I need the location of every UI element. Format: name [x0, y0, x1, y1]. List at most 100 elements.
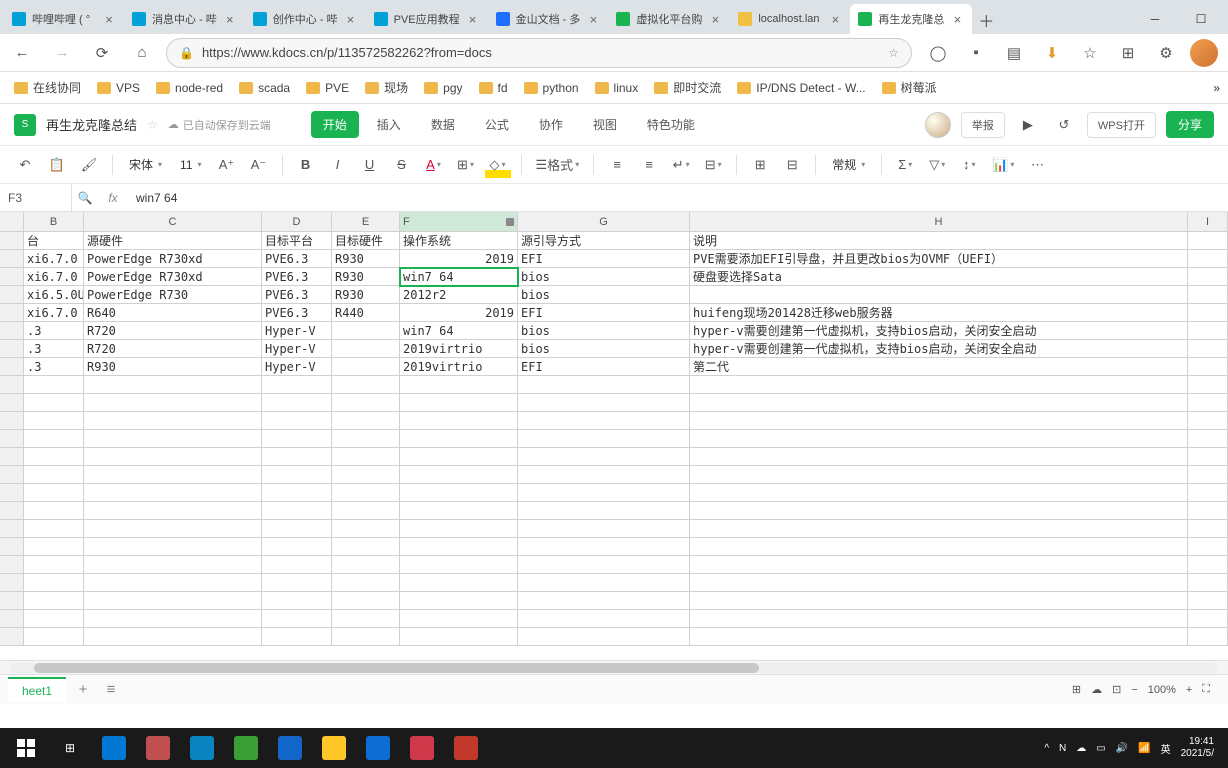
- doc-title[interactable]: 再生龙克隆总结: [46, 115, 137, 134]
- cell[interactable]: EFI: [518, 304, 690, 322]
- browser-tab[interactable]: 创作中心 - 哔×: [245, 4, 366, 34]
- cell[interactable]: bios: [518, 322, 690, 340]
- taskbar-app[interactable]: [180, 728, 224, 768]
- browser-tab[interactable]: 虚拟化平台购×: [608, 4, 730, 34]
- cell[interactable]: [262, 466, 332, 484]
- cell[interactable]: R930: [332, 286, 400, 304]
- cell[interactable]: Hyper-V: [262, 340, 332, 358]
- column-header[interactable]: I: [1188, 212, 1228, 232]
- refresh-button[interactable]: ⟳: [86, 37, 118, 69]
- insert-row-button[interactable]: ⊞: [747, 152, 773, 178]
- profile-avatar[interactable]: [1190, 39, 1218, 67]
- taskbar-app[interactable]: [312, 728, 356, 768]
- cell[interactable]: [400, 412, 518, 430]
- task-view-button[interactable]: ⊞: [48, 728, 92, 768]
- cell[interactable]: [400, 430, 518, 448]
- cell[interactable]: EFI: [518, 358, 690, 376]
- cell[interactable]: [332, 592, 400, 610]
- close-icon[interactable]: ×: [708, 12, 722, 26]
- underline-button[interactable]: U: [357, 152, 383, 178]
- font-increase-button[interactable]: A⁺: [214, 152, 240, 178]
- cell[interactable]: R720: [84, 322, 262, 340]
- search-icon[interactable]: ◯: [924, 39, 952, 67]
- cell[interactable]: [332, 322, 400, 340]
- favorites-icon[interactable]: ☆: [1076, 39, 1104, 67]
- cell[interactable]: PVE6.3: [262, 304, 332, 322]
- undo-button[interactable]: ↶: [12, 152, 38, 178]
- wps-open-button[interactable]: WPS打开: [1087, 112, 1156, 138]
- menu-tab[interactable]: 插入: [365, 111, 413, 138]
- row-header[interactable]: [0, 430, 24, 448]
- cell[interactable]: R930: [332, 268, 400, 286]
- cell[interactable]: 2019: [400, 250, 518, 268]
- cell[interactable]: Hyper-V: [262, 358, 332, 376]
- zoom-in-button[interactable]: +: [1186, 684, 1192, 696]
- cell[interactable]: [1188, 286, 1228, 304]
- cell[interactable]: 操作系统: [400, 232, 518, 250]
- cell[interactable]: [690, 394, 1188, 412]
- cell[interactable]: 2019virtrio: [400, 340, 518, 358]
- new-tab-button[interactable]: ＋: [972, 6, 1000, 34]
- formula-input[interactable]: win7 64: [128, 191, 1228, 205]
- more-button[interactable]: ⋯: [1024, 152, 1050, 178]
- cell[interactable]: [262, 556, 332, 574]
- cell[interactable]: PowerEdge R730xd: [84, 268, 262, 286]
- cell[interactable]: [518, 484, 690, 502]
- cell[interactable]: Hyper-V: [262, 322, 332, 340]
- cell[interactable]: [690, 448, 1188, 466]
- back-button[interactable]: ←: [6, 37, 38, 69]
- row-header[interactable]: [0, 520, 24, 538]
- tray-volume-icon[interactable]: 🔊: [1116, 743, 1128, 754]
- menu-tab[interactable]: 公式: [473, 111, 521, 138]
- row-header[interactable]: [0, 466, 24, 484]
- row-header[interactable]: [0, 502, 24, 520]
- tray-onenote-icon[interactable]: N: [1059, 743, 1066, 754]
- taskbar-app[interactable]: [268, 728, 312, 768]
- close-icon[interactable]: ×: [828, 12, 842, 26]
- cell[interactable]: 目标硬件: [332, 232, 400, 250]
- row-header[interactable]: [0, 322, 24, 340]
- format-painter-button[interactable]: 🖌: [76, 152, 102, 178]
- column-header[interactable]: G: [518, 212, 690, 232]
- cell[interactable]: [1188, 430, 1228, 448]
- row-header[interactable]: [0, 412, 24, 430]
- bookmark-star-icon[interactable]: ☆: [888, 46, 899, 60]
- cell[interactable]: [400, 376, 518, 394]
- forward-button[interactable]: →: [46, 37, 78, 69]
- home-button[interactable]: ⌂: [126, 37, 158, 69]
- taskbar-app[interactable]: [444, 728, 488, 768]
- borders-button[interactable]: ⊞: [453, 152, 479, 178]
- cell[interactable]: R930: [332, 250, 400, 268]
- cell[interactable]: [518, 466, 690, 484]
- cell[interactable]: [1188, 340, 1228, 358]
- cell[interactable]: [24, 628, 84, 646]
- cell[interactable]: 目标平台: [262, 232, 332, 250]
- paste-button[interactable]: 📋: [44, 152, 70, 178]
- row-header[interactable]: [0, 268, 24, 286]
- cell[interactable]: [332, 538, 400, 556]
- bookmark-item[interactable]: PVE: [300, 77, 355, 99]
- zoom-out-button[interactable]: −: [1131, 684, 1137, 696]
- cell[interactable]: [84, 466, 262, 484]
- cell[interactable]: xi6.7.0: [24, 250, 84, 268]
- cell[interactable]: PVE6.3: [262, 268, 332, 286]
- cell[interactable]: [262, 610, 332, 628]
- cell[interactable]: [518, 376, 690, 394]
- sort-button[interactable]: ↕: [956, 152, 982, 178]
- bookmark-item[interactable]: node-red: [150, 77, 229, 99]
- cell[interactable]: [84, 574, 262, 592]
- row-header[interactable]: [0, 286, 24, 304]
- column-header[interactable]: F: [400, 212, 518, 232]
- column-header[interactable]: E: [332, 212, 400, 232]
- cell[interactable]: PowerEdge R730xd: [84, 250, 262, 268]
- history-icon[interactable]: ↺: [1051, 112, 1077, 138]
- cell[interactable]: [24, 448, 84, 466]
- row-header[interactable]: [0, 574, 24, 592]
- cell[interactable]: [518, 430, 690, 448]
- row-header[interactable]: [0, 610, 24, 628]
- cell[interactable]: [332, 484, 400, 502]
- url-field[interactable]: 🔒 ☆: [166, 38, 912, 68]
- collections-icon[interactable]: ⊞: [1114, 39, 1142, 67]
- cell[interactable]: [400, 592, 518, 610]
- font-size-select[interactable]: 11: [174, 158, 207, 172]
